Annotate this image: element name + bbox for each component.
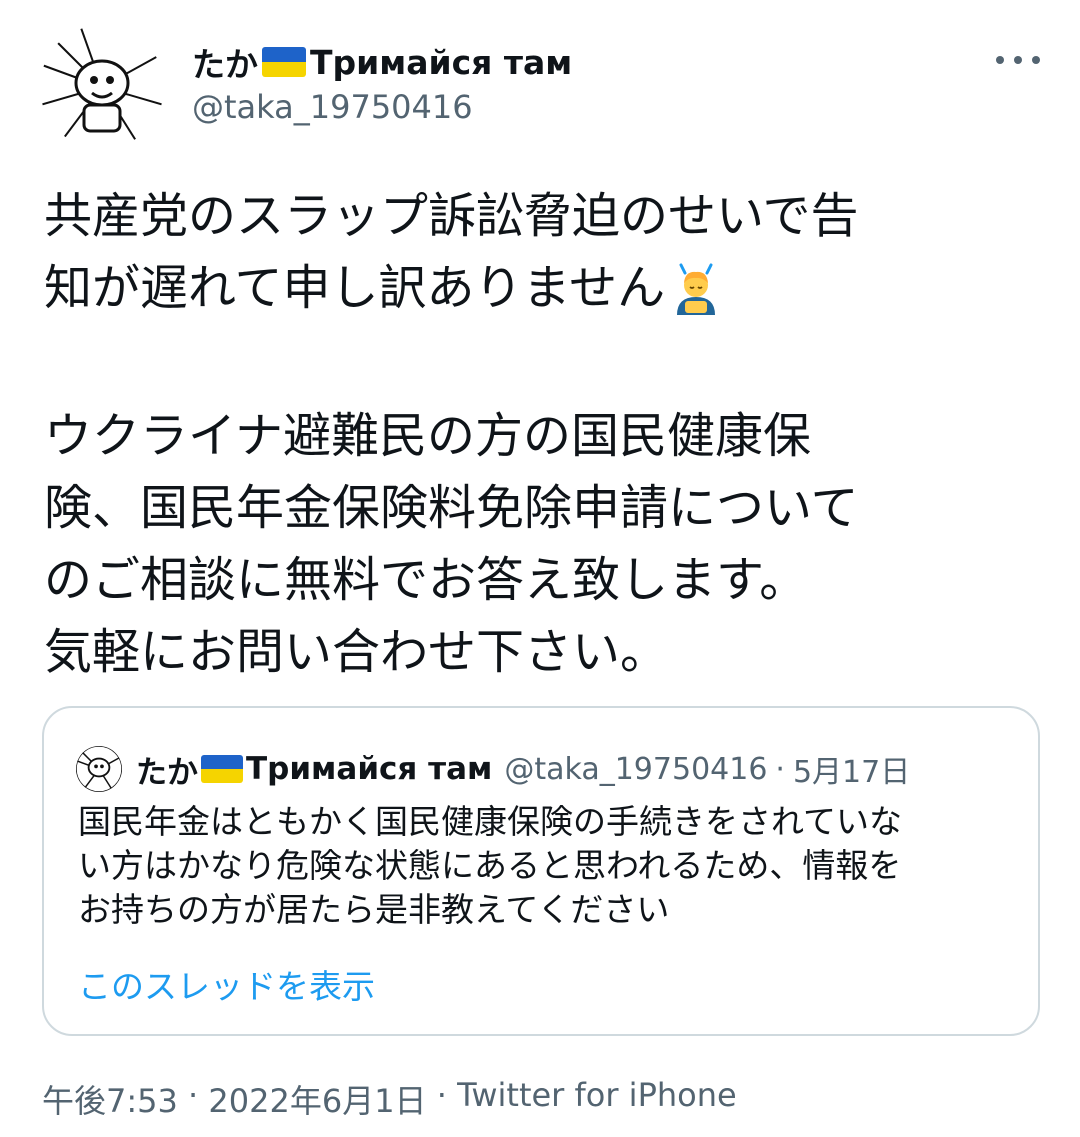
tweet-text-line-with-emoji: 知が遅れて申し訳ありません [44,252,1034,324]
ukraine-flag-icon [201,755,243,783]
author-name-prefix: たか [192,45,258,84]
show-thread-link[interactable]: このスレッドを表示 [78,960,375,1008]
tweet-text-line: 知が遅れて申し訳ありません [44,260,666,316]
quoted-text-line: お持ちの方が居たら是非教えてください [78,890,670,929]
author-name[interactable]: たか Тримайся там [192,38,572,86]
tweet-meta-footer: 午後7:53 · 2022年6月1日 · Twitter for iPhone [42,1076,737,1122]
quoted-author-handle: @taka_19750416 [504,751,768,787]
tweet-text-line: のご相談に無料でお答え致します。 [44,552,808,608]
tweet-time[interactable]: 午後7:53 [42,1076,178,1122]
quoted-tweet-date: 5月17日 [792,755,911,790]
quoted-meta-separator: · [775,751,785,787]
tweet-detail: たか Тримайся там @taka_19750416 共産党のスラップ訴… [0,0,1080,1137]
ukraine-flag-icon [262,47,306,77]
quoted-author-name-prefix: たか [136,754,198,791]
footer-separator: · [177,1076,209,1114]
tweet-text-line: 険、国民年金保険料免除申請について [44,480,859,536]
man-bowing-emoji [677,263,716,315]
manga-avatar-icon [40,25,164,149]
quoted-author-name-suffix: Тримайся там [246,751,493,787]
tweet-source-link[interactable]: Twitter for iPhone [457,1076,737,1122]
quoted-author-avatar [76,746,122,792]
manga-avatar-icon [76,746,122,792]
tweet-text-line: 気軽にお問い合わせ下さい。 [44,624,669,680]
quoted-tweet-text: 国民年金はともかく国民健康保険の手続きをされていな い方はかなり危険な状態にある… [78,800,1018,932]
quoted-text-line: い方はかなり危険な状態にあると思われるため、情報を [78,846,902,885]
tweet-text-line: 共産党のスラップ訴訟脅迫のせいで告 [44,188,859,244]
author-handle[interactable]: @taka_19750416 [192,88,473,126]
footer-separator: · [426,1076,458,1114]
tweet-text-line: ウクライナ避難民の方の国民健康保 [44,408,812,464]
author-avatar[interactable] [40,25,164,149]
author-name-suffix: Тримайся там [310,42,573,82]
tweet-date[interactable]: 2022年6月1日 [208,1076,426,1122]
tweet-text: 共産党のスラップ訴訟脅迫のせいで告 知が遅れて申し訳ありません ウクライナ避難民… [44,180,1034,688]
quoted-tweet-header: たか Тримайся там @taka_19750416 · 5月17日 [76,746,910,792]
quoted-author-name: たか Тримайся там [136,747,492,792]
more-options-button[interactable] [996,46,1040,74]
more-dots-icon [996,56,1004,64]
quoted-text-line: 国民年金はともかく国民健康保険の手続きをされていな [78,802,903,841]
quoted-tweet-card[interactable]: たか Тримайся там @taka_19750416 · 5月17日 国… [42,706,1040,1036]
